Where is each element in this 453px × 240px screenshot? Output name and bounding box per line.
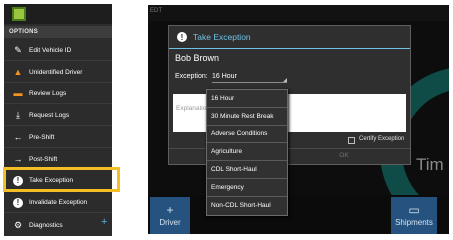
- dialog-title-row: ! Take Exception: [169, 26, 410, 48]
- exception-option[interactable]: Agriculture: [207, 143, 287, 162]
- exception-select[interactable]: 16 Hour: [212, 71, 287, 83]
- plus-icon: +: [166, 203, 174, 217]
- warning-icon: ▲: [13, 67, 23, 77]
- menu-item-label: Diagnostics: [29, 221, 63, 229]
- options-header: OPTIONS: [4, 26, 112, 38]
- option-label: Adverse Conditions: [211, 130, 268, 138]
- clipboard-icon: ▭: [408, 203, 420, 217]
- exception-option[interactable]: 30 Minute Rest Break: [207, 108, 287, 126]
- options-menu-panel: OPTIONS ✎ Edit Vehicle ID ▲ Unidentified…: [4, 4, 112, 236]
- menu-item-label: Edit Vehicle ID: [29, 47, 72, 54]
- status-band: EDT: [148, 5, 449, 21]
- exception-selected-value: 16 Hour: [212, 73, 237, 80]
- take-exception-dialog: ! Take Exception Bob Brown Exception: 16…: [168, 25, 411, 165]
- arrow-right-icon: →: [13, 154, 23, 164]
- screenshot-root: OPTIONS ✎ Edit Vehicle ID ▲ Unidentified…: [0, 0, 453, 240]
- menu-item-unidentified-driver[interactable]: ▲ Unidentified Driver: [4, 63, 112, 83]
- time-label: Tim: [416, 155, 444, 174]
- gear-icon: ⚙: [13, 219, 23, 230]
- driver-name: Bob Brown: [175, 53, 220, 63]
- menu-item-label: Unidentified Driver: [29, 69, 83, 76]
- menu-item-edit-vehicle-id[interactable]: ✎ Edit Vehicle ID: [4, 41, 112, 61]
- exception-option[interactable]: Non-CDL Short-Haul: [207, 197, 287, 215]
- certify-exception-checkbox[interactable]: [348, 137, 355, 144]
- arrow-left-icon: ←: [13, 132, 23, 142]
- menu-item-diagnostics[interactable]: ⚙ Diagnostics: [4, 215, 112, 235]
- take-exception-highlight: [3, 167, 120, 192]
- exception-label: Exception:: [175, 73, 208, 80]
- exception-option[interactable]: CDL Short-Haul: [207, 161, 287, 179]
- menu-item-label: Review Logs: [29, 90, 67, 97]
- title-divider: [169, 48, 410, 49]
- pencil-icon: ✎: [14, 45, 22, 55]
- timezone-label: EDT: [150, 8, 162, 14]
- dialog-title: Take Exception: [193, 32, 251, 42]
- option-label: 16 Hour: [211, 94, 235, 102]
- exception-option[interactable]: Adverse Conditions: [207, 126, 287, 144]
- menu-item-pre-shift[interactable]: ← Pre-Shift: [4, 128, 112, 148]
- certify-exception-label: Certify Exception: [359, 136, 405, 142]
- exclamation-icon: !: [12, 197, 24, 209]
- option-label: 30 Minute Rest Break: [211, 112, 274, 120]
- ok-button[interactable]: OK: [319, 152, 369, 159]
- exception-screen: EDT Tim + Driver ▭ Shipments ! Take Exce…: [148, 5, 449, 234]
- exception-option[interactable]: Emergency: [207, 179, 287, 197]
- shipments-label: Shipments: [395, 218, 433, 227]
- download-icon: ⤓: [16, 110, 20, 120]
- driver-label: Driver: [159, 218, 181, 227]
- exception-dropdown-list: 16 Hour 30 Minute Rest Break Adverse Con…: [206, 89, 288, 216]
- menu-item-review-logs[interactable]: ▬ Review Logs: [4, 84, 112, 104]
- driver-button[interactable]: + Driver: [150, 197, 190, 234]
- plus-icon: +: [101, 216, 108, 228]
- option-label: Emergency: [211, 183, 244, 191]
- app-title-bar: [4, 4, 112, 24]
- explanation-placeholder: Explanation: [176, 105, 210, 112]
- option-label: Non-CDL Short-Haul: [211, 202, 271, 210]
- menu-item-request-logs[interactable]: ⤓ Request Logs: [4, 106, 112, 126]
- option-label: CDL Short-Haul: [211, 166, 257, 174]
- dropdown-arrow-icon: [283, 78, 287, 82]
- menu-item-invalidate-exception[interactable]: ! Invalidate Exception: [4, 193, 112, 213]
- menu-item-label: Post-Shift: [29, 156, 58, 163]
- menu-item-label: Invalidate Exception: [29, 199, 88, 206]
- menu-item-label: Pre-Shift: [29, 134, 55, 141]
- review-logs-icon: ▬: [13, 88, 23, 98]
- exclamation-icon: !: [177, 32, 187, 42]
- exception-option[interactable]: 16 Hour: [207, 90, 287, 108]
- shipments-button[interactable]: ▭ Shipments: [391, 197, 437, 234]
- option-label: Agriculture: [211, 148, 243, 156]
- app-logo-icon: [12, 7, 26, 21]
- menu-item-label: Request Logs: [29, 112, 70, 119]
